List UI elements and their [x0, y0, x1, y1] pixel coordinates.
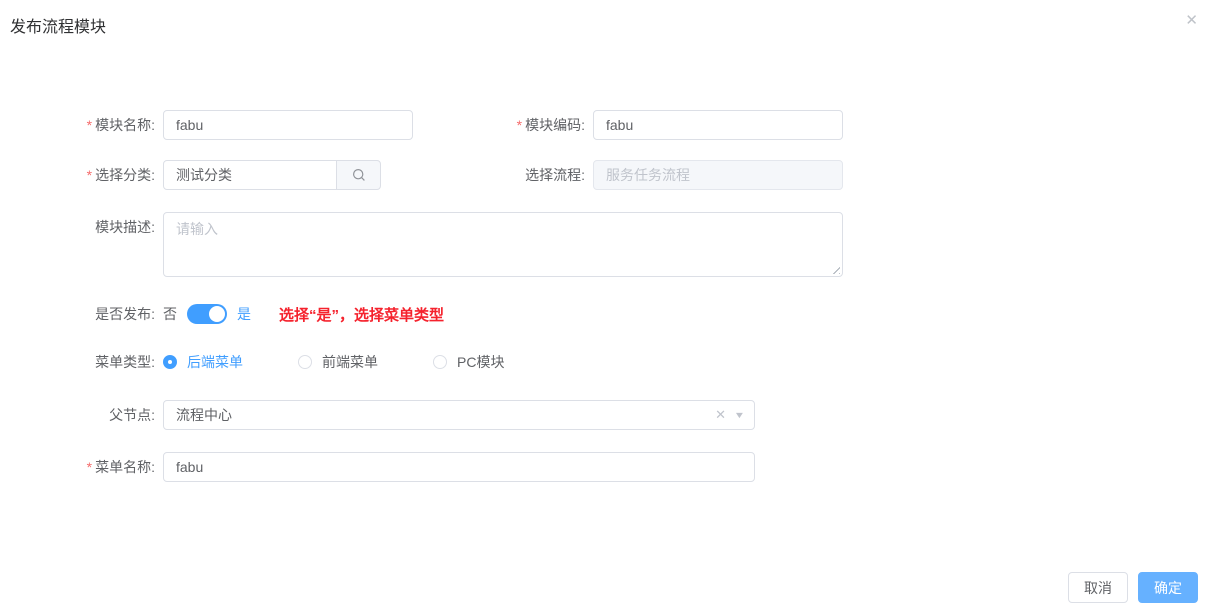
module-name-input[interactable]: [163, 110, 413, 140]
parent-node-label: 父节点:: [109, 407, 155, 423]
required-marker: *: [86, 167, 93, 183]
menu-name-input[interactable]: [163, 452, 755, 482]
cancel-button[interactable]: 取消: [1068, 572, 1128, 603]
dialog-title: 发布流程模块: [10, 19, 107, 36]
description-textarea-wrap: [163, 212, 843, 277]
parent-node-value: 流程中心: [176, 407, 232, 423]
module-code-input[interactable]: [593, 110, 843, 140]
radio-pc-module[interactable]: PC模块: [433, 352, 540, 372]
module-code-label: * 模块编码:: [516, 117, 585, 133]
category-label: * 选择分类:: [86, 167, 155, 183]
field-parent-node: 父节点: 流程中心 ✕ ▼: [0, 400, 755, 430]
process-input: [593, 160, 843, 190]
dialog-footer: 取消 确定: [1068, 572, 1198, 603]
publish-label: 是否发布:: [95, 306, 155, 322]
field-module-name: * 模块名称:: [0, 110, 413, 140]
radio-frontend-menu[interactable]: 前端菜单: [298, 352, 405, 372]
field-menu-name: * 菜单名称:: [0, 452, 755, 482]
search-icon: [352, 168, 365, 181]
description-textarea[interactable]: [163, 212, 843, 277]
field-category: * 选择分类:: [0, 160, 381, 190]
radio-unselected-icon: [298, 355, 312, 369]
required-marker: *: [86, 117, 93, 133]
radio-selected-icon: [163, 355, 177, 369]
chevron-down-icon[interactable]: ▼: [734, 410, 746, 420]
parent-node-select[interactable]: 流程中心 ✕ ▼: [163, 400, 755, 430]
field-publish: 是否发布: 否 是 选择“是”，选择菜单类型: [0, 303, 444, 325]
publish-toggle[interactable]: [187, 304, 227, 324]
publish-hint-text: 选择“是”，选择菜单类型: [279, 306, 445, 324]
clear-icon[interactable]: ✕: [715, 407, 726, 423]
module-name-label: * 模块名称:: [86, 117, 155, 133]
field-process: 选择流程:: [413, 160, 843, 190]
field-description: 模块描述:: [0, 212, 843, 277]
radio-unselected-icon: [433, 355, 447, 369]
radio-backend-menu[interactable]: 后端菜单: [163, 352, 270, 372]
toggle-off-label: 否: [163, 306, 177, 322]
required-marker: *: [516, 117, 523, 133]
field-module-code: * 模块编码:: [413, 110, 843, 140]
menu-name-label: * 菜单名称:: [86, 459, 155, 475]
category-input-group: [163, 160, 381, 190]
category-input[interactable]: [163, 160, 337, 190]
toggle-on-label: 是: [237, 306, 251, 322]
toggle-knob-icon: [209, 306, 225, 322]
confirm-button[interactable]: 确定: [1138, 572, 1198, 603]
close-icon[interactable]: ✕: [1185, 13, 1198, 28]
publish-module-dialog: 发布流程模块 ✕ *模块名称: *模块编码: *选择分类: 选择流程: 模块描述…: [0, 0, 1215, 614]
process-label: 选择流程:: [525, 167, 585, 183]
menu-type-label: 菜单类型:: [95, 354, 155, 370]
required-marker: *: [86, 459, 93, 475]
description-label: 模块描述:: [95, 219, 155, 235]
category-search-button[interactable]: [336, 160, 381, 190]
field-menu-type: 菜单类型: 后端菜单 前端菜单 PC模块: [0, 352, 568, 372]
